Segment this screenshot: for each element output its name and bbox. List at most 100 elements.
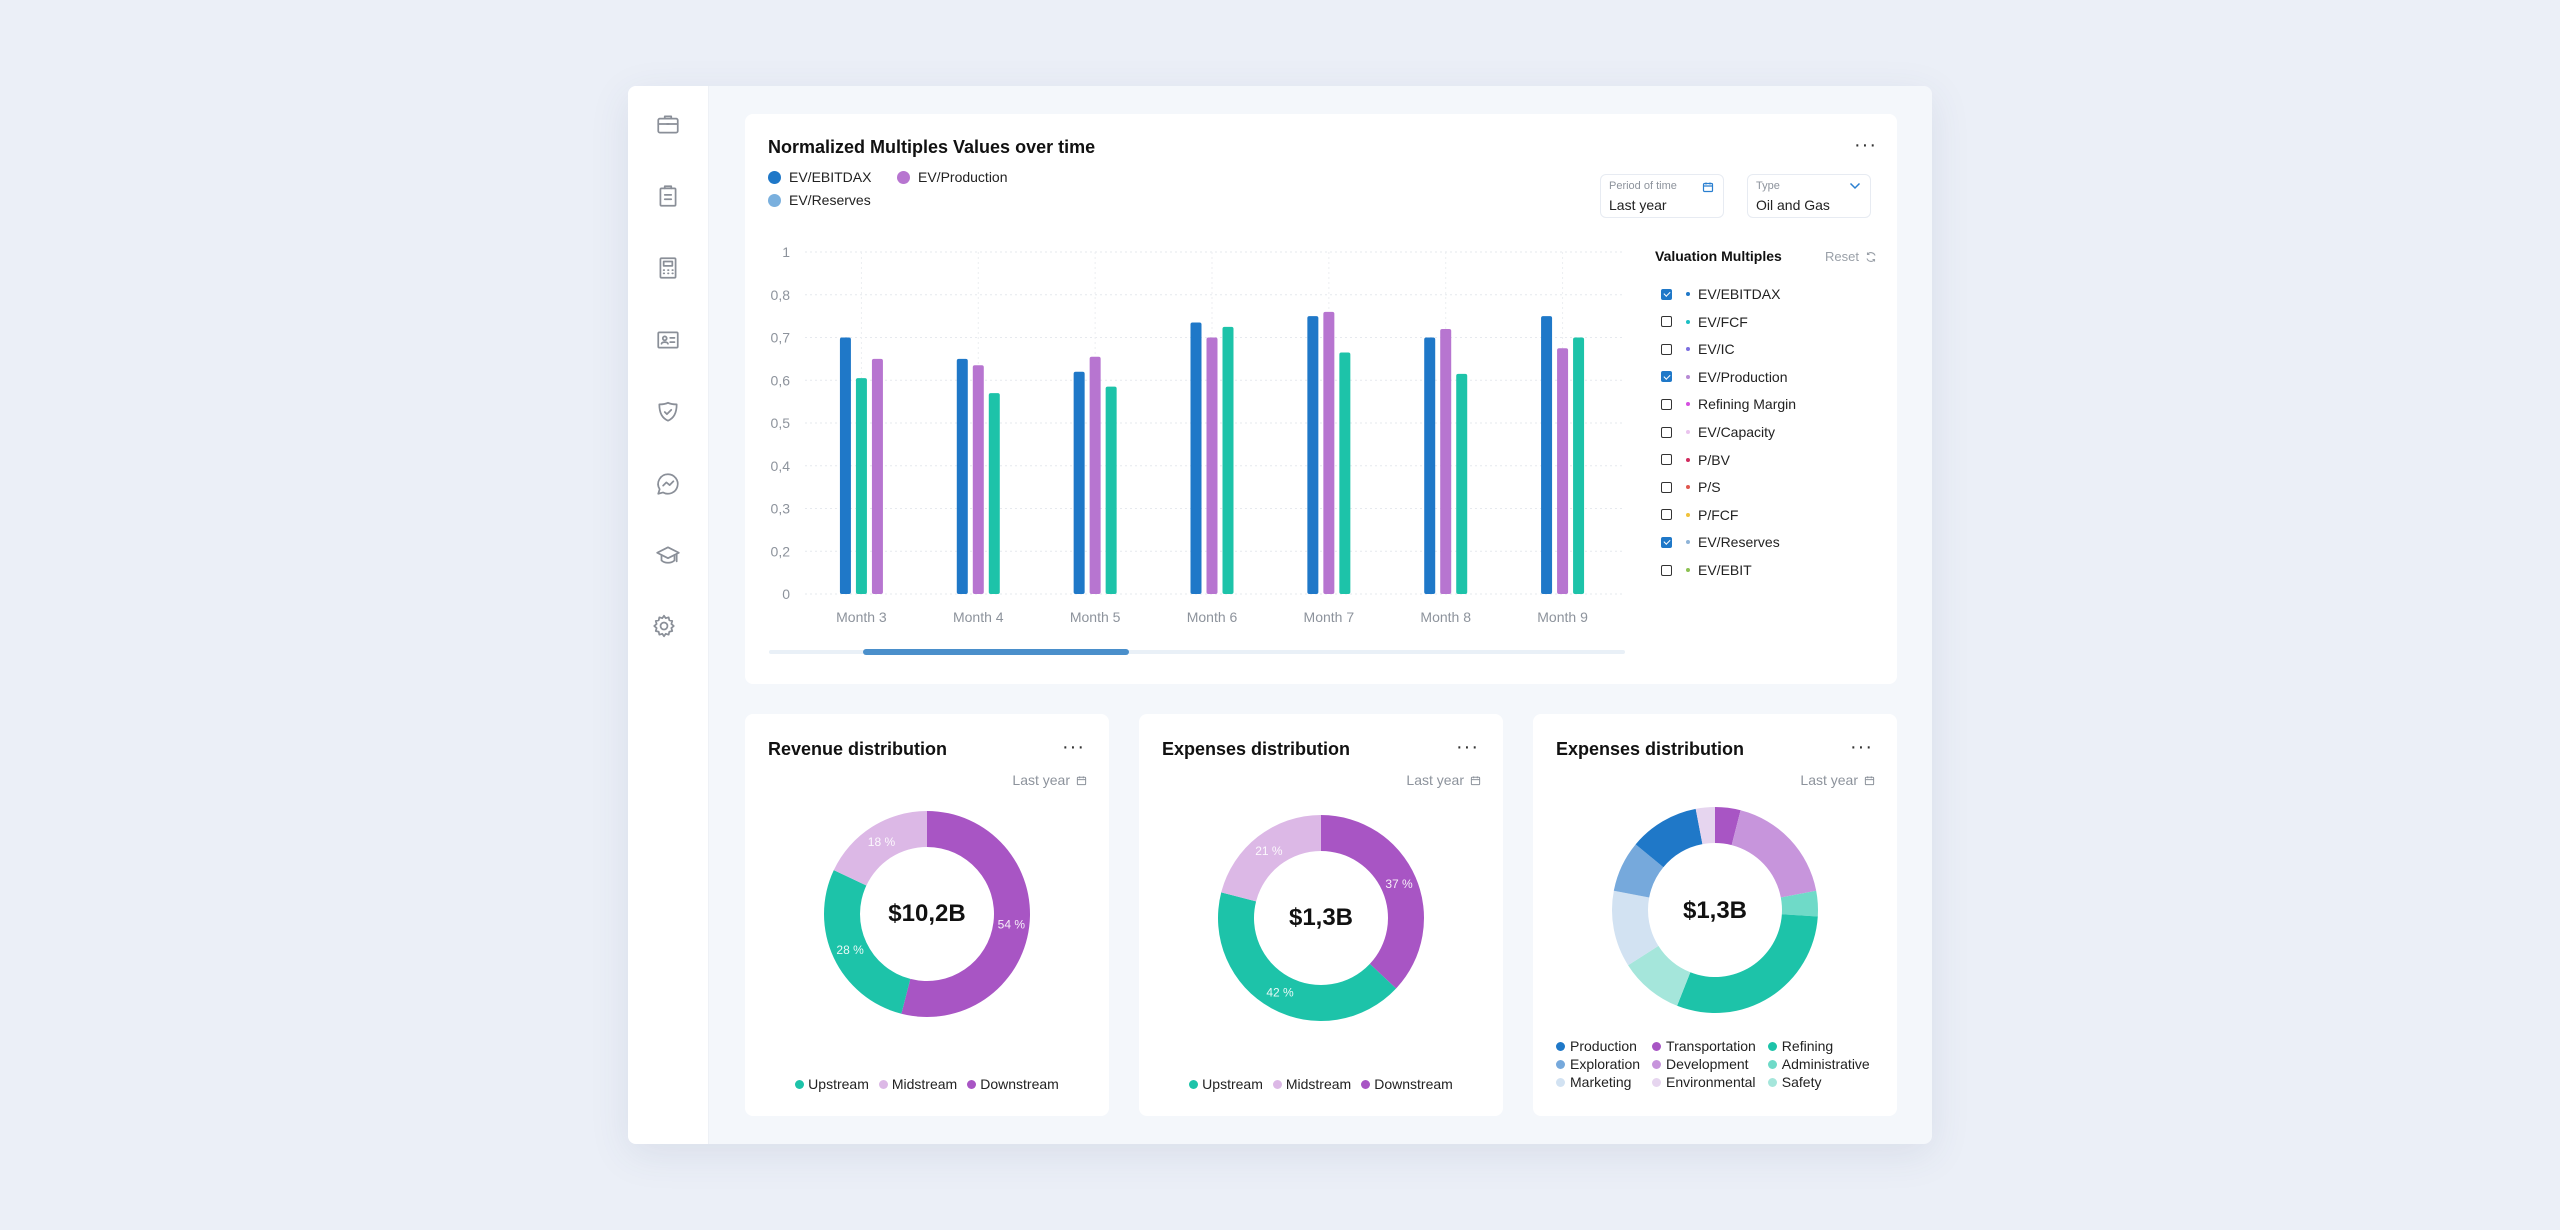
y-tick-label: 0,8 <box>771 287 791 303</box>
more-options-button[interactable]: ··· <box>1062 737 1085 757</box>
sidebar-item-reports[interactable] <box>652 180 684 212</box>
chart-scrollbar-track[interactable] <box>769 649 1625 655</box>
bar-ev-production[interactable] <box>1440 328 1452 594</box>
bar-ev-reserves[interactable] <box>1105 386 1117 594</box>
more-options-button[interactable]: ··· <box>1854 135 1877 155</box>
multiple-option[interactable]: EV/Capacity <box>1661 422 1775 442</box>
bar-ev-production[interactable] <box>871 358 883 594</box>
bar-ev-production[interactable] <box>1557 348 1569 594</box>
legend-dot <box>1767 1059 1777 1069</box>
multiple-option[interactable]: EV/IC <box>1661 339 1735 359</box>
legend-item[interactable]: Upstream <box>795 1076 869 1092</box>
bar-ev-ebitdax[interactable] <box>956 358 968 594</box>
checkbox[interactable] <box>1661 481 1672 493</box>
more-options-button[interactable]: ··· <box>1456 737 1479 757</box>
bar-ev-production[interactable] <box>972 365 984 594</box>
checkbox[interactable] <box>1661 371 1672 383</box>
bar-ev-ebitdax[interactable] <box>1073 371 1085 594</box>
checkbox[interactable] <box>1661 536 1672 548</box>
legend-item[interactable]: Midstream <box>1272 1076 1351 1092</box>
checkbox[interactable] <box>1661 343 1672 355</box>
slice-upstream[interactable] <box>824 870 911 1014</box>
reset-button[interactable]: Reset <box>1825 249 1877 264</box>
series-color-dot <box>1686 347 1690 352</box>
checkbox[interactable] <box>1661 564 1672 576</box>
sidebar-item-portfolio[interactable] <box>652 108 684 140</box>
multiple-option[interactable]: P/BV <box>1661 450 1730 470</box>
multiple-option[interactable]: P/FCF <box>1661 505 1738 525</box>
checkbox[interactable] <box>1661 398 1672 410</box>
bar-ev-ebitdax[interactable] <box>839 337 851 595</box>
multiple-option[interactable]: P/S <box>1661 477 1721 497</box>
bar-ev-reserves[interactable] <box>1456 373 1468 594</box>
multiple-option[interactable]: EV/Production <box>1661 367 1788 387</box>
period-selector[interactable]: Last year <box>1406 772 1481 788</box>
legend-item[interactable]: Environmental <box>1652 1074 1756 1090</box>
bar-ev-ebitdax[interactable] <box>1541 316 1553 594</box>
more-options-button[interactable]: ··· <box>1850 737 1873 757</box>
legend-item[interactable]: Safety <box>1767 1074 1870 1090</box>
sidebar-item-settings[interactable] <box>648 610 680 642</box>
checkbox[interactable] <box>1661 426 1672 438</box>
legend-label: EV/Reserves <box>789 192 871 208</box>
slice-downstream[interactable] <box>1321 815 1424 989</box>
multiple-label: EV/Reserves <box>1698 534 1780 551</box>
bar-ev-production[interactable] <box>1323 311 1335 594</box>
sidebar-item-messages[interactable] <box>652 468 684 500</box>
legend-item[interactable]: Development <box>1652 1056 1756 1072</box>
bar-ev-reserves[interactable] <box>855 378 867 594</box>
bar-ev-ebitdax[interactable] <box>1190 322 1202 594</box>
sidebar-item-calculator[interactable] <box>652 252 684 284</box>
multiple-label: P/S <box>1698 479 1721 496</box>
bar-ev-ebitdax[interactable] <box>1307 316 1319 594</box>
sidebar-item-security[interactable] <box>652 396 684 428</box>
checkbox[interactable] <box>1661 288 1672 300</box>
legend-item[interactable]: Downstream <box>967 1076 1059 1092</box>
bar-ev-reserves[interactable] <box>1573 337 1585 595</box>
legend-item-ev-ebitdax[interactable]: EV/EBITDAX <box>768 169 871 185</box>
bar-ev-production[interactable] <box>1089 356 1101 594</box>
slice-midstream[interactable] <box>1221 815 1321 902</box>
legend-item[interactable]: Production <box>1556 1038 1640 1054</box>
checkbox[interactable] <box>1661 509 1672 521</box>
legend-item[interactable]: Downstream <box>1361 1076 1453 1092</box>
legend-item[interactable]: Administrative <box>1767 1056 1870 1072</box>
multiple-option[interactable]: EV/Reserves <box>1661 532 1780 552</box>
bar-ev-reserves[interactable] <box>1339 352 1351 594</box>
legend-item[interactable]: Marketing <box>1556 1074 1640 1090</box>
multiple-option[interactable]: EV/FCF <box>1661 312 1748 332</box>
period-selector[interactable]: Last year <box>1800 772 1875 788</box>
type-select[interactable]: Type Oil and Gas <box>1747 174 1871 218</box>
multiple-option[interactable]: EV/EBITDAX <box>1661 284 1780 304</box>
bar-ev-reserves[interactable] <box>988 393 1000 594</box>
checkbox[interactable] <box>1661 316 1672 328</box>
legend-item[interactable]: Exploration <box>1556 1056 1640 1072</box>
period-of-time-field[interactable]: Period of time Last year <box>1600 174 1724 218</box>
x-tick-label: Month 6 <box>1187 609 1238 625</box>
chart-scrollbar-thumb[interactable] <box>863 649 1129 655</box>
multiple-option[interactable]: Refining Margin <box>1661 394 1796 414</box>
legend-item[interactable]: Upstream <box>1189 1076 1263 1092</box>
multiple-label: P/BV <box>1698 451 1730 468</box>
clipboard-icon <box>659 185 677 207</box>
briefcase-icon <box>657 115 679 134</box>
slice-development[interactable] <box>1731 810 1817 898</box>
legend-item[interactable]: Refining <box>1767 1038 1870 1054</box>
series-color-dot <box>1686 374 1690 379</box>
sidebar-item-contacts[interactable] <box>652 324 684 356</box>
legend-item[interactable]: Midstream <box>878 1076 957 1092</box>
bar-ev-reserves[interactable] <box>1222 326 1234 594</box>
legend-item-ev-production[interactable]: EV/Production <box>897 169 1008 185</box>
multiple-option[interactable]: EV/EBIT <box>1661 560 1752 580</box>
legend-dot <box>768 170 781 184</box>
series-color-dot <box>1686 540 1690 545</box>
bar-ev-production[interactable] <box>1206 337 1218 595</box>
slice-label: 21 % <box>1255 844 1283 858</box>
slice-refining[interactable] <box>1677 914 1818 1013</box>
sidebar-item-learning[interactable] <box>652 540 684 572</box>
legend-item-ev-reserves[interactable]: EV/Reserves <box>768 192 871 208</box>
legend-item[interactable]: Transportation <box>1652 1038 1756 1054</box>
bar-ev-ebitdax[interactable] <box>1424 337 1436 595</box>
checkbox[interactable] <box>1661 454 1672 466</box>
period-selector[interactable]: Last year <box>1012 772 1087 788</box>
